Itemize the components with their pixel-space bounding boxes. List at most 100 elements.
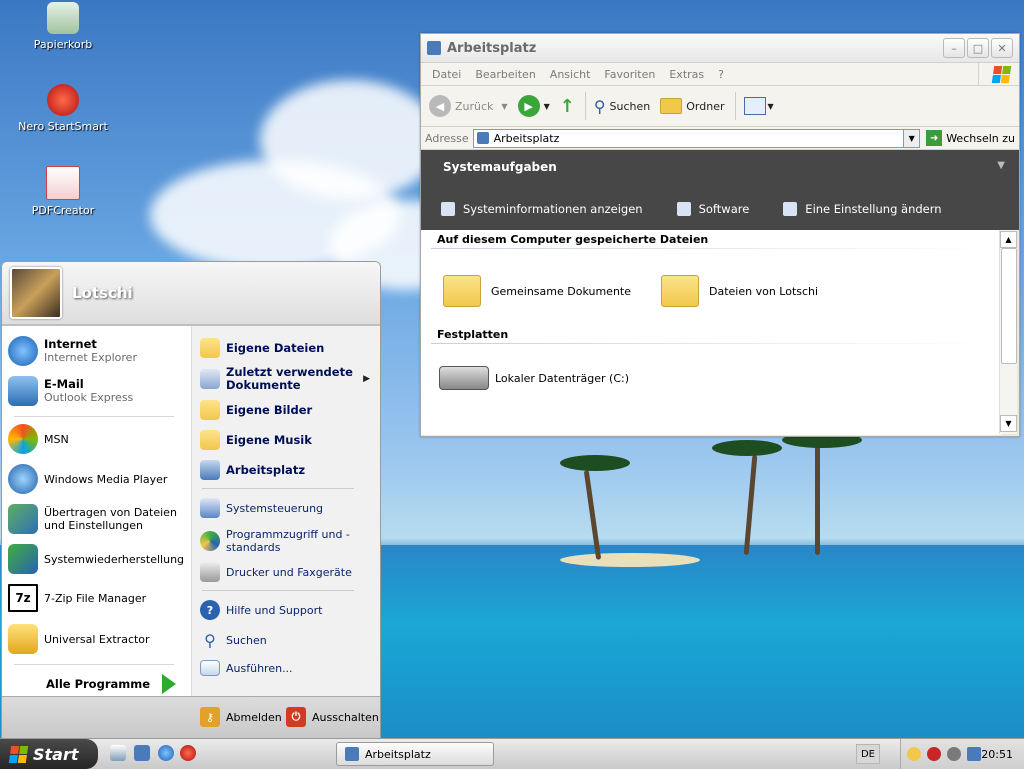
folder-icon xyxy=(660,98,683,114)
recent-system-restore[interactable]: Systemwiederherstellung xyxy=(8,544,188,574)
drive-c[interactable]: Lokaler Datenträger (C:) xyxy=(421,344,1001,390)
place-my-pictures[interactable]: Eigene Bilder xyxy=(200,400,376,420)
task-label: Arbeitsplatz xyxy=(365,747,431,761)
chevron-right-icon: ▶ xyxy=(363,374,370,384)
recent-media-player[interactable]: Windows Media Player xyxy=(8,464,188,494)
place-my-documents[interactable]: Eigene Dateien xyxy=(200,338,376,358)
recent-transfer-wizard[interactable]: Übertragen von Dateien und Einstellungen xyxy=(8,504,188,534)
menu-extras[interactable]: Extras xyxy=(669,68,704,81)
program-label: Universal Extractor xyxy=(44,632,150,646)
collapse-chevron-icon[interactable]: ▼ xyxy=(997,160,1005,171)
antivirus-icon[interactable] xyxy=(927,747,941,761)
chevron-down-icon[interactable]: ▼ xyxy=(501,102,507,111)
desktop-icon-pdfcreator[interactable]: PDFCreator xyxy=(18,166,108,217)
power-icon: ⏻ xyxy=(286,707,306,727)
menu-bearbeiten[interactable]: Bearbeiten xyxy=(475,68,535,81)
scroll-down-button[interactable]: ▼ xyxy=(1000,415,1017,432)
help-run[interactable]: Ausführen... xyxy=(200,660,376,676)
menu-ansicht[interactable]: Ansicht xyxy=(550,68,591,81)
recent-universal-extractor[interactable]: Universal Extractor xyxy=(8,624,188,654)
scroll-up-button[interactable]: ▲ xyxy=(1000,231,1017,248)
computer-icon[interactable] xyxy=(134,745,150,761)
computer-icon xyxy=(476,132,489,144)
task-pane-heading[interactable]: Systemaufgaben xyxy=(421,150,1019,174)
show-desktop-icon[interactable] xyxy=(110,745,126,761)
internet-explorer-icon[interactable] xyxy=(158,745,174,761)
start-menu: Lotschi Internet Internet Explorer E-Mail… xyxy=(1,261,381,739)
place-my-computer[interactable]: Arbeitsplatz xyxy=(200,460,376,480)
pinned-internet[interactable]: Internet Internet Explorer xyxy=(8,336,188,366)
place-label: Eigene Dateien xyxy=(226,340,325,355)
menu-favoriten[interactable]: Favoriten xyxy=(604,68,655,81)
go-arrow-icon: ➜ xyxy=(926,130,943,146)
island xyxy=(560,553,700,567)
pictures-folder-icon xyxy=(200,400,220,420)
palm-leaves xyxy=(712,440,782,456)
forward-button[interactable]: ▶ ▼ xyxy=(517,95,550,117)
pinned-email[interactable]: E-Mail Outlook Express xyxy=(8,376,188,406)
task-label: Eine Einstellung ändern xyxy=(805,202,942,216)
folder-shared-documents[interactable]: Gemeinsame Dokumente xyxy=(443,267,661,315)
setting-printers[interactable]: Drucker und Faxgeräte xyxy=(200,562,376,582)
task-system-info[interactable]: Systeminformationen anzeigen xyxy=(441,202,643,216)
search-button[interactable]: ⚲ Suchen xyxy=(594,97,650,116)
address-label: Adresse xyxy=(425,131,469,145)
pinned-title: E-Mail xyxy=(44,377,84,391)
shutdown-button[interactable]: ⏻ Ausschalten xyxy=(286,707,379,727)
menu-help[interactable]: ? xyxy=(718,68,724,81)
folders-button[interactable]: Ordner xyxy=(660,98,725,114)
go-button[interactable]: ➜ Wechseln zu xyxy=(926,130,1015,146)
music-folder-icon xyxy=(200,430,220,450)
program-label: MSN xyxy=(44,432,69,446)
clock[interactable]: 20:51 xyxy=(981,748,1013,761)
folder-icon xyxy=(661,275,699,307)
program-label: Systemwiederherstellung xyxy=(44,552,185,566)
minimize-button[interactable]: – xyxy=(943,38,965,58)
task-software[interactable]: Software xyxy=(676,202,749,216)
task-change-setting[interactable]: Eine Einstellung ändern xyxy=(783,202,942,216)
maximize-button[interactable]: □ xyxy=(967,38,989,58)
taskbar: Start Arbeitsplatz DE 20:51 xyxy=(0,738,1024,769)
recycle-bin-icon xyxy=(47,2,79,34)
help-support[interactable]: ? Hilfe und Support xyxy=(200,600,376,620)
desktop-icon-nero[interactable]: Nero StartSmart xyxy=(18,84,108,133)
scroll-thumb[interactable] xyxy=(1001,248,1017,364)
place-my-music[interactable]: Eigene Musik xyxy=(200,430,376,450)
vertical-scrollbar[interactable]: ▲ ▼ xyxy=(999,230,1017,434)
program-label: Windows Media Player xyxy=(44,472,168,486)
back-button[interactable]: ◀ Zurück ▼ xyxy=(429,95,508,117)
setting-control-panel[interactable]: Systemsteuerung xyxy=(200,498,376,518)
documents-folder-icon xyxy=(200,338,220,358)
chevron-down-icon[interactable]: ▼ xyxy=(544,102,550,111)
recent-7zip[interactable]: 7z 7-Zip File Manager xyxy=(8,584,188,612)
title-bar[interactable]: Arbeitsplatz – □ ✕ xyxy=(421,34,1019,63)
folder-lotschi-files[interactable]: Dateien von Lotschi xyxy=(661,267,879,315)
language-indicator[interactable]: DE xyxy=(856,744,880,764)
up-button[interactable]: ↑ xyxy=(560,96,575,117)
section-hard-disks: Festplatten xyxy=(437,328,509,341)
media-player-icon xyxy=(8,464,38,494)
address-dropdown[interactable]: ▼ xyxy=(904,128,921,148)
views-icon xyxy=(743,97,766,115)
place-recent-documents[interactable]: Zuletzt verwendete Dokumente ▶ xyxy=(200,366,376,392)
address-input[interactable]: Arbeitsplatz xyxy=(472,128,905,148)
recent-msn[interactable]: MSN xyxy=(8,424,188,454)
nero-icon[interactable] xyxy=(180,745,196,761)
logoff-button[interactable]: ⚷ Abmelden xyxy=(200,707,282,727)
tray-app-icon[interactable] xyxy=(947,747,961,761)
network-icon[interactable] xyxy=(967,747,981,761)
user-avatar[interactable] xyxy=(10,267,62,319)
start-button[interactable]: Start xyxy=(0,739,98,769)
toolbar-divider xyxy=(584,92,586,120)
setting-program-access[interactable]: Programmzugriff und -standards xyxy=(200,528,376,554)
security-shield-icon[interactable] xyxy=(907,747,921,761)
views-button[interactable]: ▼ xyxy=(743,97,774,115)
setting-label: Programmzugriff und -standards xyxy=(226,528,350,554)
taskbar-task-arbeitsplatz[interactable]: Arbeitsplatz xyxy=(336,742,494,766)
close-button[interactable]: ✕ xyxy=(991,38,1013,58)
windows-logo-icon xyxy=(978,63,1019,85)
menu-datei[interactable]: Datei xyxy=(432,68,461,81)
all-programs-button[interactable]: Alle Programme xyxy=(46,674,177,694)
help-search[interactable]: ⚲ Suchen xyxy=(200,630,376,650)
desktop-icon-recycle-bin[interactable]: Papierkorb xyxy=(18,2,108,51)
